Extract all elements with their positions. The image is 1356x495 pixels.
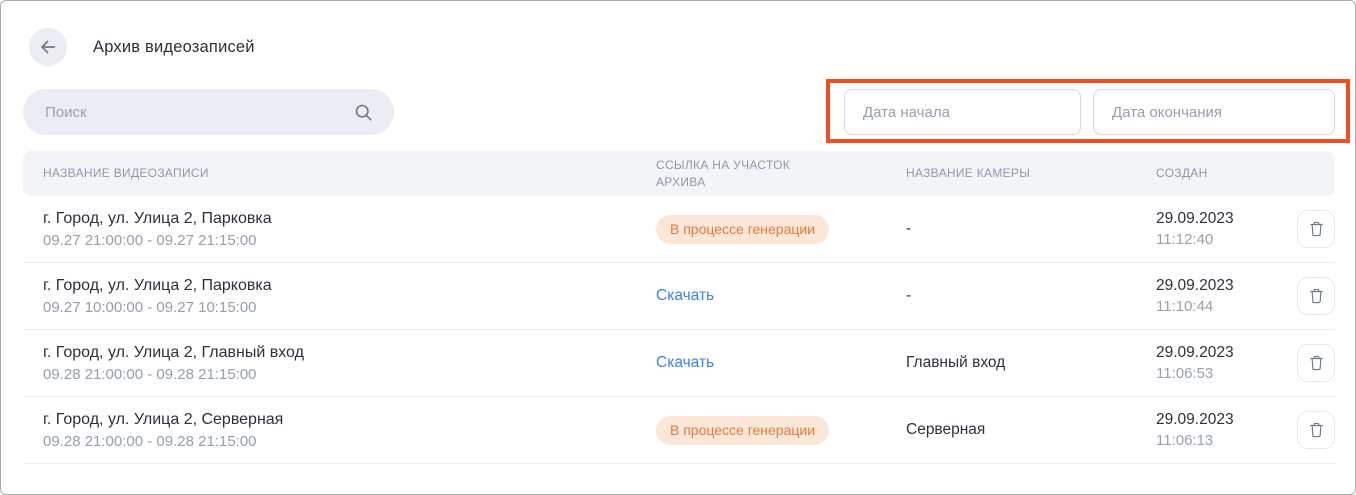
delete-button[interactable]	[1297, 210, 1335, 248]
table-row: г. Город, ул. Улица 2, Парковка 09.27 10…	[23, 263, 1335, 330]
archive-link-cell: В процессе генерации	[656, 416, 906, 445]
date-start-input[interactable]	[844, 89, 1081, 135]
actions-cell	[1279, 277, 1335, 315]
delete-button[interactable]	[1297, 344, 1335, 382]
created-date: 29.09.2023	[1156, 277, 1279, 295]
archive-link-cell: В процессе генерации	[656, 215, 906, 244]
recording-period: 09.27 21:00:00 - 09.27 21:15:00	[43, 232, 656, 249]
trash-icon	[1308, 421, 1325, 439]
table-row: г. Город, ул. Улица 2, Серверная 09.28 2…	[23, 397, 1335, 464]
delete-button[interactable]	[1297, 411, 1335, 449]
created-time: 11:06:53	[1156, 365, 1279, 382]
recording-name-cell: г. Город, ул. Улица 2, Парковка 09.27 10…	[43, 277, 656, 316]
app-window: Архив видеозаписей НАЗВАНИЕ ВИДЕОЗАПИСИ …	[0, 0, 1356, 495]
generation-status-badge: В процессе генерации	[656, 215, 829, 244]
back-button[interactable]	[29, 28, 67, 66]
created-date: 29.09.2023	[1156, 411, 1279, 429]
recording-name-cell: г. Город, ул. Улица 2, Серверная 09.28 2…	[43, 411, 656, 450]
created-date: 29.09.2023	[1156, 344, 1279, 362]
actions-cell	[1279, 344, 1335, 382]
recording-period: 09.27 10:00:00 - 09.27 10:15:00	[43, 299, 656, 316]
archive-link-cell: Скачать	[656, 287, 906, 305]
camera-name: Главный вход	[906, 354, 1156, 372]
recording-name: г. Город, ул. Улица 2, Серверная	[43, 411, 656, 429]
actions-cell	[1279, 411, 1335, 449]
recordings-table: НАЗВАНИЕ ВИДЕОЗАПИСИ ССЫЛКА НА УЧАСТОК А…	[23, 151, 1335, 464]
created-time: 11:12:40	[1156, 231, 1279, 248]
actions-cell	[1279, 210, 1335, 248]
delete-button[interactable]	[1297, 277, 1335, 315]
search-icon[interactable]	[353, 102, 394, 123]
table-row: г. Город, ул. Улица 2, Главный вход 09.2…	[23, 330, 1335, 397]
generation-status-badge: В процессе генерации	[656, 416, 829, 445]
camera-name: -	[906, 287, 1156, 305]
back-arrow-icon	[37, 36, 59, 58]
camera-name: -	[906, 220, 1156, 238]
page-title: Архив видеозаписей	[93, 38, 255, 57]
recording-name-cell: г. Город, ул. Улица 2, Парковка 09.27 21…	[43, 210, 656, 249]
trash-icon	[1308, 287, 1325, 305]
search-input[interactable]	[23, 104, 353, 121]
created-cell: 29.09.2023 11:10:44	[1156, 277, 1279, 315]
download-link[interactable]: Скачать	[656, 354, 714, 371]
table-body: г. Город, ул. Улица 2, Парковка 09.27 21…	[23, 196, 1335, 464]
trash-icon	[1308, 354, 1325, 372]
recording-name: г. Город, ул. Улица 2, Парковка	[43, 210, 656, 228]
created-cell: 29.09.2023 11:12:40	[1156, 210, 1279, 248]
archive-link-cell: Скачать	[656, 354, 906, 372]
table-header-row: НАЗВАНИЕ ВИДЕОЗАПИСИ ССЫЛКА НА УЧАСТОК А…	[23, 151, 1335, 196]
created-time: 11:10:44	[1156, 298, 1279, 315]
column-header-link: ССЫЛКА НА УЧАСТОК АРХИВА	[656, 157, 836, 189]
search-field	[23, 89, 394, 135]
created-cell: 29.09.2023 11:06:53	[1156, 344, 1279, 382]
created-cell: 29.09.2023 11:06:13	[1156, 411, 1279, 449]
column-header-created: СОЗДАН	[1156, 165, 1279, 181]
column-header-camera: НАЗВАНИЕ КАМЕРЫ	[906, 165, 1156, 181]
recording-name-cell: г. Город, ул. Улица 2, Главный вход 09.2…	[43, 344, 656, 383]
page-header: Архив видеозаписей	[29, 28, 255, 66]
recording-name: г. Город, ул. Улица 2, Парковка	[43, 277, 656, 295]
camera-name: Серверная	[906, 421, 1156, 439]
recording-name: г. Город, ул. Улица 2, Главный вход	[43, 344, 656, 362]
table-row: г. Город, ул. Улица 2, Парковка 09.27 21…	[23, 196, 1335, 263]
recording-period: 09.28 21:00:00 - 09.28 21:15:00	[43, 366, 656, 383]
date-end-input[interactable]	[1093, 89, 1335, 135]
column-header-name: НАЗВАНИЕ ВИДЕОЗАПИСИ	[43, 165, 656, 181]
trash-icon	[1308, 220, 1325, 238]
recording-period: 09.28 21:00:00 - 09.28 21:15:00	[43, 433, 656, 450]
created-date: 29.09.2023	[1156, 210, 1279, 228]
created-time: 11:06:13	[1156, 432, 1279, 449]
download-link[interactable]: Скачать	[656, 287, 714, 304]
